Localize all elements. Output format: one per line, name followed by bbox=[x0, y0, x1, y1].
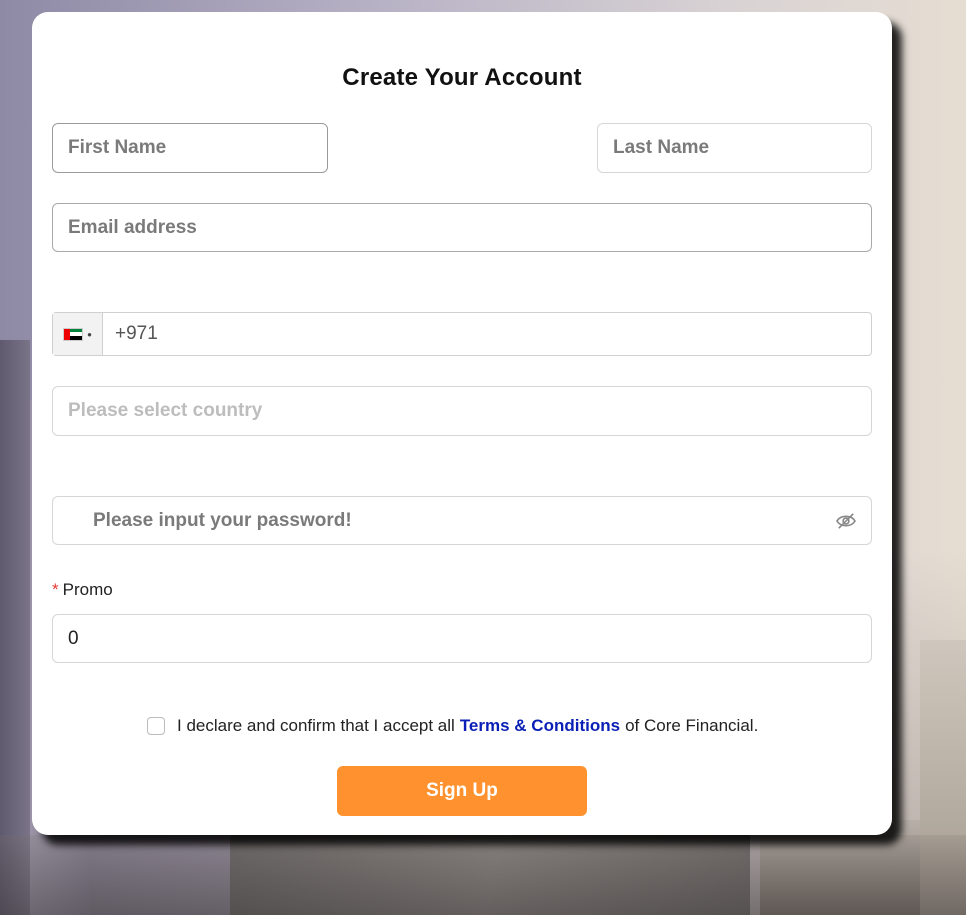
country-placeholder: Please select country bbox=[68, 400, 263, 421]
signup-card: Create Your Account First Name Last Name… bbox=[32, 12, 892, 835]
form-title: Create Your Account bbox=[342, 64, 582, 91]
password-field[interactable]: Please input your password! bbox=[52, 496, 872, 545]
terms-suffix: of Core Financial. bbox=[625, 716, 759, 735]
terms-checkbox[interactable] bbox=[147, 717, 165, 735]
promo-label: * Promo bbox=[52, 580, 113, 600]
last-name-placeholder: Last Name bbox=[613, 137, 710, 158]
dropdown-dot-icon: ● bbox=[87, 329, 92, 339]
dial-code: +971 bbox=[115, 323, 158, 344]
promo-label-text: Promo bbox=[62, 580, 113, 599]
phone-number-field[interactable]: +971 bbox=[103, 313, 158, 355]
terms-row: I declare and confirm that I accept all … bbox=[147, 716, 758, 736]
terms-link[interactable]: Terms & Conditions bbox=[460, 716, 620, 736]
country-select[interactable]: Please select country bbox=[52, 386, 872, 436]
eye-slash-icon[interactable] bbox=[835, 512, 857, 530]
sign-up-button[interactable]: Sign Up bbox=[337, 766, 587, 816]
password-placeholder: Please input your password! bbox=[93, 509, 352, 531]
required-mark: * bbox=[52, 580, 59, 599]
email-field[interactable]: Email address bbox=[52, 203, 872, 252]
first-name-field[interactable]: First Name bbox=[52, 123, 328, 173]
background-haze bbox=[0, 835, 966, 915]
last-name-field[interactable]: Last Name bbox=[597, 123, 872, 173]
uae-flag-icon bbox=[63, 327, 84, 341]
terms-prefix: I declare and confirm that I accept all bbox=[177, 716, 455, 735]
phone-input[interactable]: ● +971 bbox=[52, 312, 872, 356]
promo-field[interactable]: 0 bbox=[52, 614, 872, 663]
background-building bbox=[0, 340, 30, 915]
email-placeholder: Email address bbox=[68, 216, 197, 238]
promo-value: 0 bbox=[68, 627, 79, 649]
country-code-selector[interactable]: ● bbox=[53, 313, 103, 355]
first-name-placeholder: First Name bbox=[68, 137, 167, 158]
